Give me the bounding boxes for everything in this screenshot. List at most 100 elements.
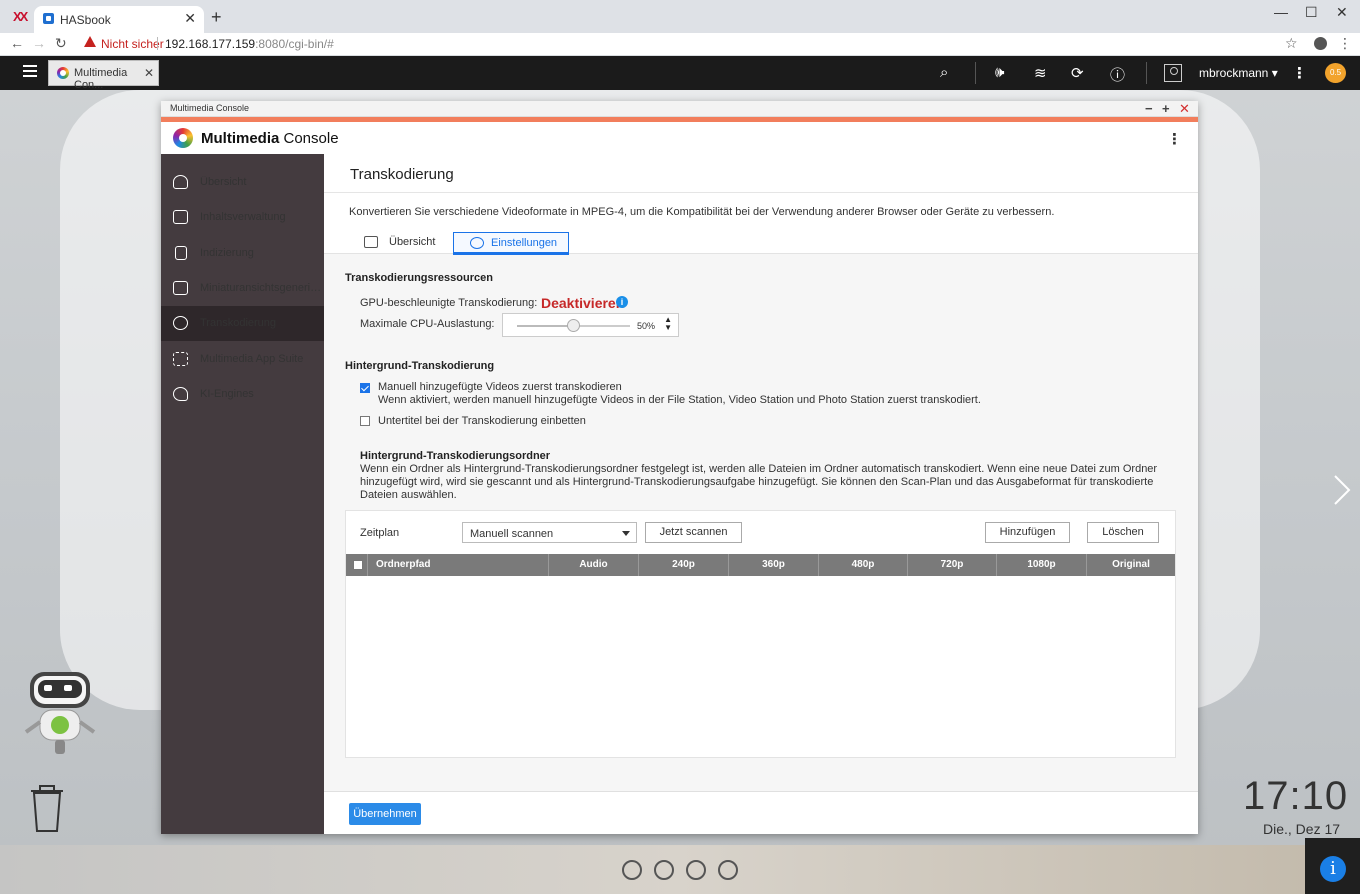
app-name-rest: Console xyxy=(279,130,339,147)
close-tab-icon[interactable]: ✕ xyxy=(184,10,196,27)
new-tab-icon[interactable]: + xyxy=(211,7,222,28)
close-window-icon[interactable]: ✕ xyxy=(1336,4,1348,21)
apply-button[interactable]: Übernehmen xyxy=(349,803,421,825)
taskbar-app-tab[interactable]: Multimedia Con... ✕ xyxy=(48,60,159,91)
window-title: Multimedia Console xyxy=(170,103,250,113)
profile-icon[interactable] xyxy=(1314,37,1327,50)
qnap-favicon-icon xyxy=(43,13,54,24)
volume-icon[interactable]: 🕪 xyxy=(995,64,1004,81)
cpu-stepper[interactable]: ▲ ▼ xyxy=(664,316,672,332)
user-avatar-icon[interactable] xyxy=(1164,64,1182,82)
gear-icon xyxy=(470,237,484,249)
bookmark-star-icon[interactable]: ☆ xyxy=(1285,35,1298,52)
search-icon[interactable]: ⌕ xyxy=(940,64,948,81)
dock-tools-icon[interactable] xyxy=(654,860,674,880)
window-minimize-icon[interactable]: − xyxy=(1145,101,1153,116)
close-app-tab-icon[interactable]: ✕ xyxy=(144,66,154,80)
embed-subtitles-checkbox[interactable] xyxy=(360,416,370,426)
window-close-icon[interactable]: ✕ xyxy=(1179,101,1190,117)
info-icon: i xyxy=(1320,856,1346,882)
select-all-checkbox[interactable] xyxy=(353,560,363,570)
browser-extension-icon[interactable]: XX xyxy=(13,9,28,24)
column-header[interactable]: 480p xyxy=(818,554,907,576)
cpu-usage-control: 50% ▲ ▼ xyxy=(502,313,679,337)
info-icon[interactable]: i xyxy=(616,296,628,308)
back-icon[interactable]: ← xyxy=(10,35,24,51)
add-button[interactable]: Hinzufügen xyxy=(985,522,1070,543)
cpu-slider-handle[interactable] xyxy=(566,319,580,332)
tab-settings[interactable]: Einstellungen xyxy=(453,232,569,255)
notifications-icon[interactable]: ⓘ xyxy=(1110,64,1125,85)
gauge-icon xyxy=(173,175,188,189)
image-icon xyxy=(173,281,188,295)
sidebar-item-label: Multimedia App Suite xyxy=(200,353,304,365)
tab-overview[interactable]: Übersicht xyxy=(364,232,454,255)
not-secure-label[interactable]: Nicht sicher xyxy=(101,37,164,51)
next-desktop-arrow-icon[interactable] xyxy=(1333,474,1351,506)
browser-tab[interactable]: HASbook ✕ xyxy=(34,6,204,33)
sidebar-item-indexing[interactable]: Indizierung xyxy=(161,236,324,271)
app-name-bold: Multimedia xyxy=(201,130,280,147)
sidebar-item-overview[interactable]: Übersicht xyxy=(161,165,324,200)
multimedia-console-icon xyxy=(57,67,69,79)
url-field[interactable]: 192.168.177.159:8080/cgi-bin/# xyxy=(165,37,334,51)
folder-description: Wenn ein Ordner als Hintergrund-Transkod… xyxy=(360,463,1158,501)
browser-menu-icon[interactable]: ⋮ xyxy=(1338,35,1352,52)
warning-icon xyxy=(84,36,96,47)
column-header[interactable]: Ordnerpfad xyxy=(367,554,548,576)
column-header[interactable]: 240p xyxy=(638,554,728,576)
column-header[interactable]: 1080p xyxy=(996,554,1086,576)
content-header: Transkodierung Konvertieren Sie verschie… xyxy=(324,154,1198,255)
topbar-separator xyxy=(1146,62,1147,84)
prioritize-manual-checkbox[interactable] xyxy=(360,383,370,393)
dock-cloud-icon[interactable] xyxy=(622,860,642,880)
folder-table-header: Ordnerpfad Audio 240p 360p 480p 720p 108… xyxy=(346,554,1175,576)
sidebar: Übersicht Inhaltsverwaltung Indizierung … xyxy=(161,154,324,834)
prioritize-manual-label: Manuell hinzugefügte Videos zuerst trans… xyxy=(378,381,622,393)
dock-notes-icon[interactable] xyxy=(718,860,738,880)
column-header[interactable]: Audio xyxy=(548,554,638,576)
sidebar-item-thumbnails[interactable]: Miniaturansichtsgenerierung xyxy=(161,271,324,306)
sidebar-item-content-management[interactable]: Inhaltsverwaltung xyxy=(161,200,324,235)
reload-icon[interactable]: ↻ xyxy=(55,35,67,52)
column-header[interactable]: 360p xyxy=(728,554,818,576)
qnap-robot-icon[interactable] xyxy=(22,670,102,760)
folder-search-icon xyxy=(173,210,188,224)
cpu-slider-fill xyxy=(517,325,574,327)
app-name: Multimedia Console xyxy=(201,130,339,147)
sidebar-item-label: Transkodierung xyxy=(200,317,277,329)
gpu-status-link[interactable]: Deaktivieren xyxy=(541,295,624,311)
url-path: :8080/cgi-bin/# xyxy=(255,37,334,51)
column-header[interactable]: Original xyxy=(1086,554,1175,576)
trash-icon[interactable] xyxy=(28,783,66,833)
divider xyxy=(324,192,1198,193)
desktop-clock: 17:10 xyxy=(1243,774,1349,818)
page-description: Konvertieren Sie verschiedene Videoforma… xyxy=(349,206,1055,218)
main-menu-icon[interactable] xyxy=(23,65,37,77)
dashboard-gauge-icon[interactable]: 0.5 xyxy=(1325,63,1346,83)
dock-bar xyxy=(0,845,1360,894)
qts-topbar: Multimedia Con... ✕ ⌕ 🕪 ≋ ⟳ ⓘ mbrockmann… xyxy=(0,56,1360,91)
external-devices-icon[interactable]: ⟳ xyxy=(1071,64,1084,82)
username-menu[interactable]: mbrockmann ▾ xyxy=(1199,66,1278,80)
dock-book-icon[interactable] xyxy=(686,860,706,880)
schedule-select[interactable]: Manuell scannen xyxy=(462,522,637,543)
window-titlebar[interactable]: Multimedia Console − + ✕ xyxy=(161,101,1198,117)
sidebar-item-transcoding[interactable]: Transkodierung xyxy=(161,306,324,341)
scan-now-button[interactable]: Jetzt scannen xyxy=(645,522,742,543)
column-header[interactable]: 720p xyxy=(907,554,996,576)
window-maximize-icon[interactable]: + xyxy=(1162,101,1170,116)
maximize-icon[interactable]: ☐ xyxy=(1305,4,1318,21)
minimize-icon[interactable]: — xyxy=(1274,4,1288,20)
sidebar-item-app-suite[interactable]: Multimedia App Suite xyxy=(161,342,324,377)
help-button[interactable]: i xyxy=(1305,838,1360,894)
background-tasks-icon[interactable]: ≋ xyxy=(1034,64,1047,82)
sidebar-item-label: Indizierung xyxy=(200,247,254,259)
delete-button[interactable]: Löschen xyxy=(1087,522,1159,543)
app-more-icon[interactable]: ⋮ xyxy=(1167,130,1182,148)
forward-icon[interactable]: → xyxy=(32,35,46,51)
more-options-icon[interactable]: ⋮ xyxy=(1292,64,1307,82)
cpu-label: Maximale CPU-Auslastung: xyxy=(360,318,495,330)
sidebar-item-ai-engines[interactable]: KI-Engines xyxy=(161,377,324,412)
folder-heading: Hintergrund-Transkodierungsordner xyxy=(360,450,551,462)
